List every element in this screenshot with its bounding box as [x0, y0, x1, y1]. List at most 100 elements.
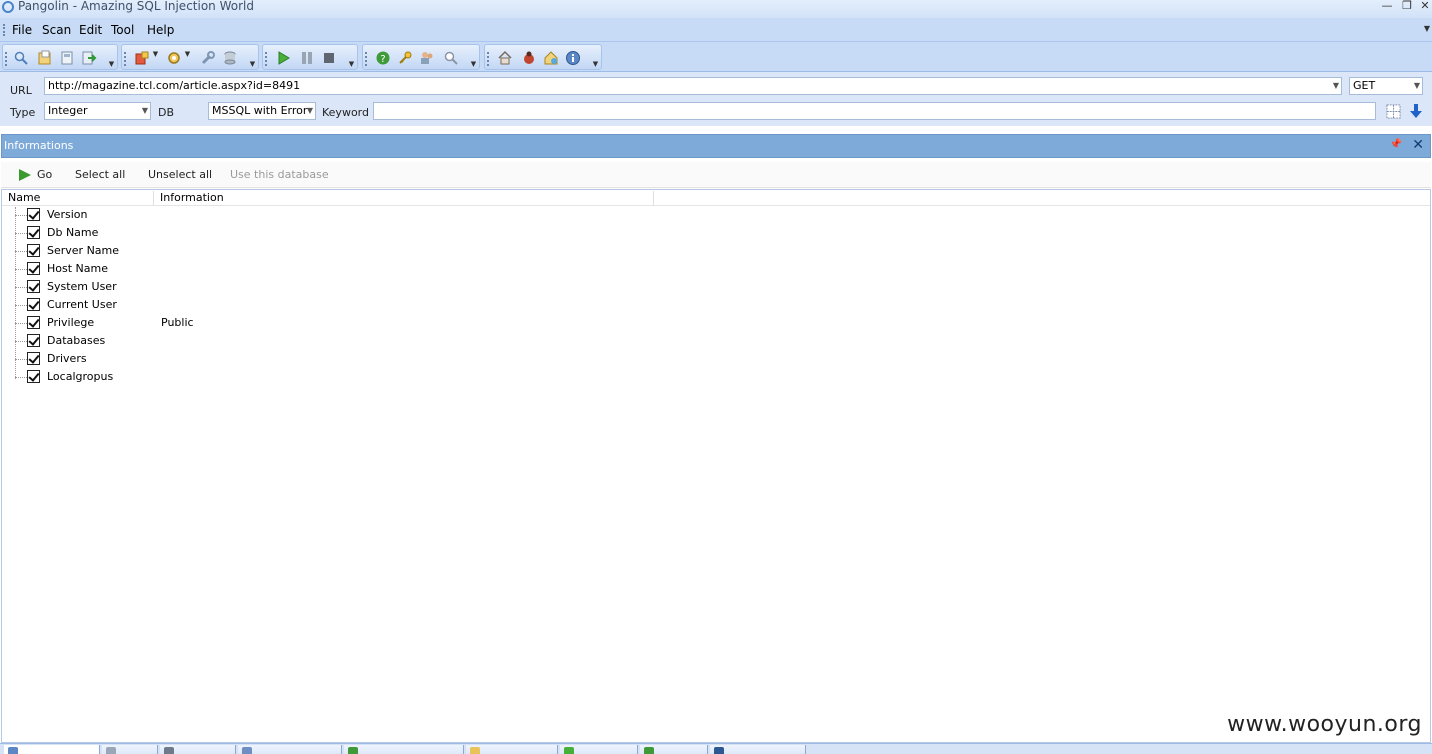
keyword-input[interactable] — [373, 102, 1376, 120]
arrow-down-icon[interactable] — [1408, 103, 1424, 119]
main-toolbar: ▼ ▼ ▼ ▼ ▼ ? ▼ ▼ — [0, 42, 1432, 72]
row-checkbox[interactable] — [27, 298, 40, 311]
column-name[interactable]: Name — [2, 191, 154, 206]
menu-bar: File Scan Edit Tool Help ▼ — [0, 18, 1432, 42]
stop-icon[interactable] — [321, 50, 337, 66]
info-icon[interactable] — [565, 50, 581, 66]
row-checkbox[interactable] — [27, 262, 40, 275]
pin-icon[interactable]: 📌 — [1390, 139, 1402, 150]
toolbar-group-scan: ▼ — [262, 44, 358, 70]
tree-row[interactable]: Current User — [2, 296, 702, 314]
tab-dir-tree[interactable] — [466, 745, 558, 754]
toolbar-grip[interactable] — [487, 52, 489, 66]
chevron-down-icon[interactable]: ▼ — [591, 60, 600, 68]
settings-icon[interactable] — [166, 50, 182, 66]
tab-data[interactable] — [102, 745, 158, 754]
grid-select-icon[interactable] — [1386, 104, 1401, 119]
chevron-down-icon[interactable]: ▼ — [248, 60, 257, 68]
tree-row[interactable]: Privilege Public — [2, 314, 702, 332]
row-checkbox[interactable] — [27, 280, 40, 293]
chevron-down-icon[interactable]: ▼ — [183, 50, 192, 58]
help-icon[interactable]: ? — [375, 50, 391, 66]
chevron-down-icon[interactable]: ▼ — [469, 60, 478, 68]
plugin-icon[interactable] — [134, 50, 150, 66]
minimize-button[interactable]: — — [1380, 0, 1394, 12]
column-information[interactable]: Information — [154, 191, 654, 206]
key-icon[interactable] — [397, 50, 413, 66]
tree-row[interactable]: Drivers — [2, 350, 702, 368]
menu-edit[interactable]: Edit — [79, 23, 102, 37]
db-label: DB — [158, 106, 175, 119]
use-this-database-button[interactable]: Use this database — [230, 168, 329, 181]
toolbar-grip[interactable] — [265, 52, 267, 66]
unselect-all-button[interactable]: Unselect all — [148, 168, 212, 181]
tab-search[interactable] — [640, 745, 708, 754]
tree-row[interactable]: Server Name — [2, 242, 702, 260]
save-icon[interactable] — [59, 50, 75, 66]
url-input[interactable]: http://magazine.tcl.com/article.aspx?id=… — [44, 77, 1342, 95]
menu-help[interactable]: Help — [147, 23, 174, 37]
registry-icon — [348, 747, 358, 754]
open-folder-icon[interactable] — [37, 50, 53, 66]
chevron-down-icon[interactable]: ▼ — [1333, 80, 1339, 92]
go-icon[interactable] — [19, 169, 31, 181]
row-checkbox[interactable] — [27, 226, 40, 239]
toolbar-grip[interactable] — [124, 52, 126, 66]
tree-row[interactable]: Host Name — [2, 260, 702, 278]
chevron-down-icon[interactable]: ▼ — [151, 50, 160, 58]
chevron-down-icon[interactable]: ▼ — [347, 60, 356, 68]
row-checkbox[interactable] — [27, 334, 40, 347]
type-value: Integer — [48, 104, 88, 117]
export-icon[interactable] — [81, 50, 97, 66]
menu-tool[interactable]: Tool — [111, 23, 134, 37]
tree-row[interactable]: Databases — [2, 332, 702, 350]
close-window-button[interactable]: ✕ — [1418, 0, 1432, 12]
url-label: URL — [10, 84, 32, 97]
bug-icon[interactable] — [521, 50, 537, 66]
tree-row[interactable]: Localgropus — [2, 368, 702, 386]
restore-button[interactable]: ❐ — [1400, 0, 1414, 12]
search-icon[interactable] — [443, 50, 459, 66]
grid-header: Name Information — [2, 190, 1430, 206]
chevron-down-icon[interactable]: ▼ — [142, 105, 148, 117]
type-select[interactable]: Integer ▼ — [44, 102, 151, 120]
tab-registry[interactable] — [344, 745, 464, 754]
search-icon[interactable] — [13, 50, 29, 66]
toolbar-grip[interactable] — [365, 52, 367, 66]
row-checkbox[interactable] — [27, 370, 40, 383]
tree-row[interactable]: Db Name — [2, 224, 702, 242]
tab-file-write[interactable] — [238, 745, 342, 754]
method-select[interactable]: GET ▼ — [1349, 77, 1423, 95]
menu-file[interactable]: File — [12, 23, 32, 37]
tree-row[interactable]: System User — [2, 278, 702, 296]
row-checkbox[interactable] — [27, 208, 40, 221]
users-icon[interactable] — [419, 50, 435, 66]
row-name: Db Name — [47, 226, 99, 239]
tab-informations[interactable] — [4, 745, 100, 754]
menu-scan[interactable]: Scan — [42, 23, 71, 37]
pause-icon[interactable] — [299, 50, 315, 66]
tab-download[interactable] — [560, 745, 638, 754]
update-icon[interactable] — [543, 50, 559, 66]
menu-grip[interactable] — [3, 24, 5, 36]
select-all-button[interactable]: Select all — [75, 168, 125, 181]
start-icon[interactable] — [275, 50, 291, 66]
tab-mssql[interactable] — [710, 745, 806, 754]
folder-icon — [470, 747, 480, 754]
database-icon[interactable] — [222, 50, 238, 66]
db-select[interactable]: MSSQL with Error ▼ — [208, 102, 316, 120]
chevron-down-icon[interactable]: ▼ — [1414, 80, 1420, 92]
wrench-icon[interactable] — [200, 50, 216, 66]
row-checkbox[interactable] — [27, 352, 40, 365]
toolbar-grip[interactable] — [5, 52, 7, 66]
chevron-down-icon[interactable]: ▼ — [107, 60, 116, 68]
chevron-down-icon[interactable]: ▼ — [307, 105, 313, 117]
close-panel-icon[interactable]: ✕ — [1412, 137, 1424, 153]
row-checkbox[interactable] — [27, 244, 40, 257]
tree-row[interactable]: Version — [2, 206, 702, 224]
menu-overflow-icon[interactable]: ▼ — [1424, 24, 1430, 33]
tab-command[interactable] — [160, 745, 236, 754]
home-icon[interactable] — [497, 50, 513, 66]
go-button[interactable]: Go — [37, 168, 52, 181]
row-checkbox[interactable] — [27, 316, 40, 329]
